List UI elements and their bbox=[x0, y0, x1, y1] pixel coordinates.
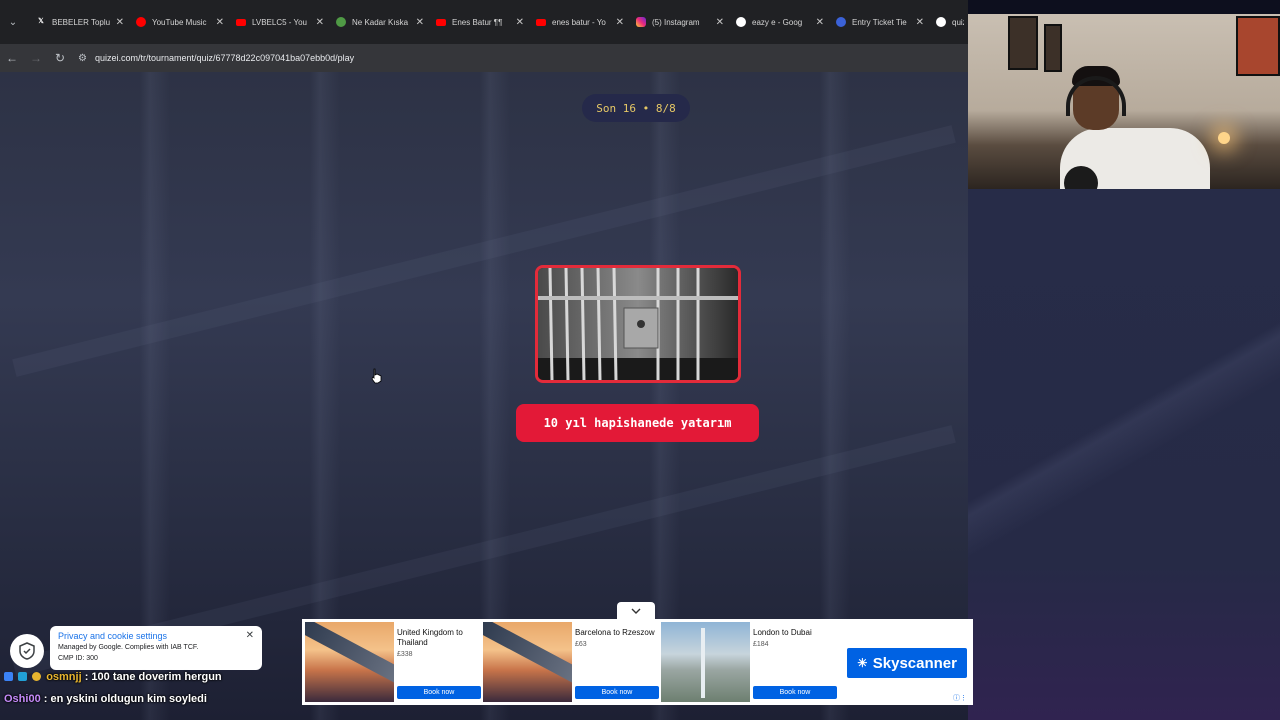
sunrise-icon: ☀ bbox=[857, 656, 868, 670]
chat-username: osmnjj bbox=[46, 671, 82, 683]
offer-info: London to Dubai £184 Book now bbox=[750, 622, 839, 702]
site-info-icon[interactable]: ⚙ bbox=[78, 53, 87, 64]
browser-tab[interactable]: Entry Ticket Tie ✕ bbox=[828, 7, 928, 37]
prison-cell-image bbox=[538, 268, 738, 380]
browser-tab[interactable]: YouTube Music ✕ bbox=[128, 7, 228, 37]
book-now-button[interactable]: Book now bbox=[397, 686, 481, 699]
chat-text: : 100 tane doverim hergun bbox=[84, 671, 222, 683]
cookie-title[interactable]: Privacy and cookie settings bbox=[58, 631, 254, 641]
badge-icon bbox=[32, 672, 42, 681]
browser-tab[interactable]: (5) Instagram ✕ bbox=[628, 7, 728, 37]
offer-info: Barcelona to Rzeszow £63 Book now bbox=[572, 622, 661, 702]
back-icon[interactable]: ← bbox=[0, 51, 24, 65]
cookie-line: CMP ID: 300 bbox=[58, 655, 98, 662]
lamp-light bbox=[1218, 132, 1230, 144]
screen: ⌄ 𝕏 BEBELER Toplu ✕ YouTube Music ✕ LVBE… bbox=[0, 0, 1280, 720]
book-now-button[interactable]: Book now bbox=[753, 686, 837, 699]
cookie-line: Managed by Google. Complies with IAB TCF… bbox=[58, 644, 199, 651]
chat-message: Oshi00 : en yskini oldugun kim soyledi bbox=[4, 688, 304, 710]
close-icon[interactable]: ✕ bbox=[916, 17, 924, 28]
ad-banner[interactable]: United Kingdom to Thailand £338 Book now… bbox=[302, 619, 973, 705]
browser-tab[interactable]: Ne Kadar Kıska ✕ bbox=[328, 7, 428, 37]
youtube-icon bbox=[436, 18, 446, 26]
browser-tab[interactable]: LVBELC5 - You ✕ bbox=[228, 7, 328, 37]
close-icon[interactable]: ✕ bbox=[416, 17, 424, 28]
chat-message: osmnjj : 100 tane doverim hergun bbox=[4, 666, 304, 688]
cookie-consent-card[interactable]: Privacy and cookie settings Managed by G… bbox=[50, 626, 262, 670]
close-icon[interactable]: ✕ bbox=[316, 17, 324, 28]
youtube-icon bbox=[536, 18, 546, 26]
stream-background bbox=[968, 189, 1280, 720]
tab-search-icon[interactable]: ⌄ bbox=[4, 11, 22, 33]
chat-text: : en yskini oldugun kim soyledi bbox=[43, 693, 207, 705]
close-icon[interactable]: ✕ bbox=[716, 17, 724, 28]
close-icon[interactable]: ✕ bbox=[246, 630, 254, 641]
book-now-button[interactable]: Book now bbox=[575, 686, 659, 699]
wall-poster bbox=[1008, 16, 1038, 70]
url-text: quizei.com/tr/tournament/quiz/67778d22c0… bbox=[94, 53, 355, 63]
chat-username: Oshi00 bbox=[4, 693, 41, 705]
ad-info-icon[interactable]: ⓘ⋮ bbox=[953, 693, 967, 703]
browser-tab-strip: ⌄ 𝕏 BEBELER Toplu ✕ YouTube Music ✕ LVBE… bbox=[0, 0, 968, 44]
youtube-icon bbox=[236, 18, 246, 26]
hand-cursor-icon bbox=[371, 368, 382, 384]
close-icon[interactable]: ✕ bbox=[616, 17, 624, 28]
close-icon[interactable]: ✕ bbox=[516, 17, 524, 28]
skyscanner-logo[interactable]: ☀ Skyscanner bbox=[847, 648, 967, 678]
streamer-webcam bbox=[968, 14, 1280, 189]
x-icon: 𝕏 bbox=[38, 18, 44, 25]
browser-tab[interactable]: 𝕏 BEBELER Toplu ✕ bbox=[28, 7, 128, 37]
wall-poster bbox=[1236, 16, 1280, 76]
airplane-wing-image bbox=[305, 622, 394, 702]
youtube-music-icon bbox=[136, 17, 146, 27]
close-icon[interactable]: ✕ bbox=[216, 17, 224, 28]
badge-icon bbox=[18, 672, 28, 681]
ad-offer[interactable]: Barcelona to Rzeszow £63 Book now bbox=[483, 622, 661, 702]
airplane-wing-image bbox=[483, 622, 572, 702]
browser-tab[interactable]: Enes Batur ¶¶ ✕ bbox=[428, 7, 528, 37]
ad-offer[interactable]: London to Dubai £184 Book now bbox=[661, 622, 839, 702]
shield-icon bbox=[19, 642, 35, 660]
instagram-icon bbox=[636, 17, 646, 27]
forward-icon[interactable]: → bbox=[24, 51, 48, 65]
quiz-option-image[interactable] bbox=[535, 265, 741, 383]
ad-collapse-button[interactable] bbox=[617, 602, 655, 620]
reload-icon[interactable]: ↻ bbox=[48, 51, 72, 65]
close-icon[interactable]: ✕ bbox=[816, 17, 824, 28]
browser-tab[interactable]: eazy e - Goog ✕ bbox=[728, 7, 828, 37]
privacy-shield-icon[interactable] bbox=[10, 634, 44, 668]
close-icon[interactable]: ✕ bbox=[116, 17, 124, 28]
browser-toolbar: ← → ↻ ⚙ quizei.com/tr/tournament/quiz/67… bbox=[0, 44, 968, 72]
round-indicator: Son 16 • 8/8 bbox=[582, 94, 690, 122]
google-icon bbox=[936, 17, 946, 27]
stream-chat: osmnjj : 100 tane doverim hergun Oshi00 … bbox=[4, 666, 304, 710]
gemini-icon bbox=[836, 17, 846, 27]
background-decoration bbox=[12, 125, 956, 377]
dubai-city-image bbox=[661, 622, 750, 702]
google-icon bbox=[736, 17, 746, 27]
wall-poster bbox=[1044, 24, 1062, 72]
badge-icon bbox=[4, 672, 13, 681]
chevron-down-icon bbox=[631, 608, 641, 614]
offer-info: United Kingdom to Thailand £338 Book now bbox=[394, 622, 483, 702]
browser-tab[interactable]: quiz bbox=[928, 7, 968, 37]
browser-tab[interactable]: enes batur - Yo ✕ bbox=[528, 7, 628, 37]
ad-offer[interactable]: United Kingdom to Thailand £338 Book now bbox=[305, 622, 483, 702]
address-bar[interactable]: ⚙ quizei.com/tr/tournament/quiz/67778d22… bbox=[78, 53, 354, 64]
answer-option-button[interactable]: 10 yıl hapishanede yatarım bbox=[516, 404, 759, 442]
site-icon bbox=[336, 17, 346, 27]
